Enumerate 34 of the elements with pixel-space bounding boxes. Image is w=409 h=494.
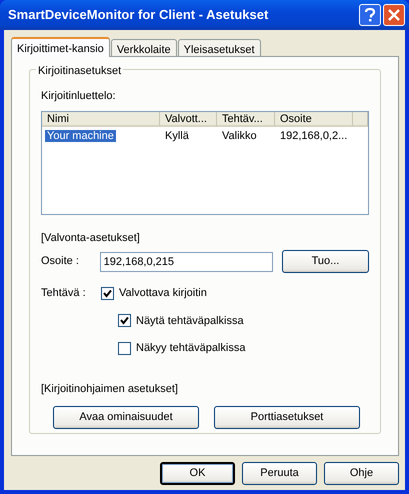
dialog-button[interactable]: OK: [160, 462, 235, 485]
printer-list[interactable]: Nimi Valvott... Tehtäv... Osoite Your machine Kyllä Valikko 192,168,0,2...: [41, 110, 369, 214]
list-item[interactable]: Your machine: [45, 130, 116, 142]
table-cell: Kyllä: [165, 130, 189, 142]
checkbox-label[interactable]: Näkyy tehtäväpalkissa: [136, 340, 246, 356]
driver-button[interactable]: Avaa ominaisuudet: [53, 406, 199, 429]
dialog-button[interactable]: Ohje: [324, 462, 399, 485]
address-field[interactable]: 192,168,0,215: [100, 252, 273, 272]
address-label: Osoite :: [41, 254, 80, 270]
help-icon[interactable]: [359, 4, 381, 26]
checkbox[interactable]: [118, 342, 131, 355]
column-header[interactable]: Valvott...: [160, 112, 217, 126]
window-title: SmartDeviceMonitor for Client - Asetukset: [8, 6, 270, 24]
task-label: Tehtävä :: [41, 286, 87, 301]
checkbox-label[interactable]: Valvottava kirjoitin: [119, 285, 207, 302]
column-header[interactable]: Tehtäv...: [217, 112, 275, 126]
import-button[interactable]: Tuo...: [282, 250, 369, 273]
column-header[interactable]: Osoite: [275, 112, 353, 126]
table-cell: 192,168,0,2...: [280, 130, 348, 142]
tab[interactable]: Kirjoittimet-kansio: [11, 37, 110, 57]
tab[interactable]: Yleisasetukset: [178, 39, 261, 56]
checkbox-label[interactable]: Näytä tehtäväpalkissa: [136, 312, 244, 329]
tab[interactable]: Verkkolaite: [110, 39, 177, 56]
dialog-button[interactable]: Peruuta: [242, 462, 317, 485]
section-heading: [Kirjoitinohjaimen asetukset]: [41, 382, 179, 396]
close-icon[interactable]: [383, 4, 405, 26]
checkbox[interactable]: [118, 314, 131, 328]
driver-button[interactable]: Porttiasetukset: [214, 406, 360, 429]
checkbox[interactable]: [101, 286, 114, 300]
group-title: Kirjoitinasetukset: [36, 63, 124, 80]
list-label: Kirjoitinluettelo:: [41, 89, 117, 104]
section-heading: [Valvonta-asetukset]: [41, 230, 141, 246]
table-cell: Valikko: [222, 130, 257, 142]
column-header[interactable]: Nimi: [42, 112, 160, 126]
